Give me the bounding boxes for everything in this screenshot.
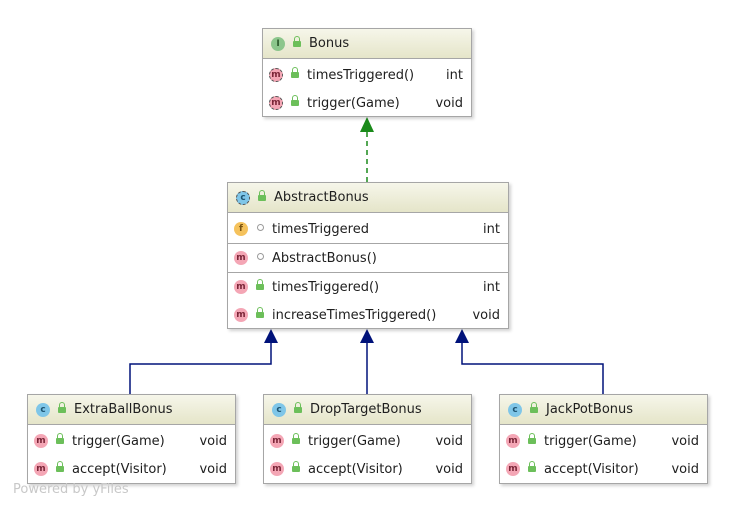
method-icon: m: [506, 434, 520, 448]
method-name: trigger(Game): [544, 433, 637, 449]
class-title: DropTargetBonus: [310, 402, 422, 417]
jackpotbonus-header: c JackPotBonus: [500, 395, 707, 425]
method-icon: m: [34, 434, 48, 448]
method-name: accept(Visitor): [308, 461, 403, 477]
return-type: void: [199, 461, 227, 477]
public-lock-icon: [290, 433, 302, 448]
method-icon: m: [506, 462, 520, 476]
class-title: JackPotBonus: [546, 402, 634, 417]
constructor-row[interactable]: m AbstractBonus(): [228, 244, 508, 272]
inheritance-arrowhead-droptarget: [360, 329, 374, 343]
class-icon: c: [272, 402, 286, 417]
public-lock-icon: [254, 307, 266, 322]
method-name: timesTriggered(): [272, 279, 380, 295]
method-row[interactable]: m trigger(Game) void: [500, 427, 707, 455]
constructor-name: AbstractBonus(): [272, 250, 377, 266]
method-name: trigger(Game): [307, 95, 400, 111]
class-icon: c: [508, 402, 522, 417]
extraballbonus-header: c ExtraBallBonus: [28, 395, 235, 425]
inheritance-arrowhead-jackpot: [455, 329, 469, 343]
abstractbonus-header: c AbstractBonus: [228, 183, 508, 213]
public-lock-icon: [289, 95, 301, 110]
public-lock-icon: [56, 401, 68, 417]
field-name: timesTriggered: [272, 221, 369, 237]
field-icon: f: [234, 222, 248, 236]
abstract-method-icon: m: [269, 68, 283, 82]
method-row[interactable]: m increaseTimesTriggered() void: [228, 301, 508, 329]
droptargetbonus-header: c DropTargetBonus: [264, 395, 471, 425]
return-type: void: [435, 461, 463, 477]
watermark: Powered by yFiles: [13, 482, 129, 497]
abstract-method-icon: m: [269, 96, 283, 110]
field-row[interactable]: f timesTriggered int: [228, 215, 508, 243]
public-lock-icon: [54, 433, 66, 448]
method-row[interactable]: m trigger(Game) void: [263, 89, 471, 117]
droptargetbonus-class-node[interactable]: c DropTargetBonus m trigger(Game) void m…: [263, 394, 472, 484]
return-type: void: [435, 433, 463, 449]
method-name: trigger(Game): [72, 433, 165, 449]
method-row[interactable]: m timesTriggered() int: [263, 61, 471, 89]
method-row[interactable]: m trigger(Game) void: [264, 427, 471, 455]
method-row[interactable]: m trigger(Game) void: [28, 427, 235, 455]
jackpotbonus-class-node[interactable]: c JackPotBonus m trigger(Game) void m ac…: [499, 394, 708, 484]
interface-icon: I: [271, 36, 285, 51]
method-icon: m: [234, 280, 248, 294]
bonus-interface-node[interactable]: I Bonus m timesTriggered() int m trigger…: [262, 28, 472, 117]
public-lock-icon: [526, 433, 538, 448]
method-row[interactable]: m accept(Visitor) void: [264, 455, 471, 483]
extraballbonus-class-node[interactable]: c ExtraBallBonus m trigger(Game) void m …: [27, 394, 236, 484]
field-type: int: [483, 221, 500, 237]
inheritance-edge-jackpot: [461, 343, 604, 394]
method-row[interactable]: m accept(Visitor) void: [500, 455, 707, 483]
class-title: Bonus: [309, 36, 350, 51]
public-lock-icon: [289, 67, 301, 82]
method-row[interactable]: m accept(Visitor) void: [28, 455, 235, 483]
method-icon: m: [34, 462, 48, 476]
public-lock-icon: [292, 401, 304, 417]
method-icon: m: [270, 434, 284, 448]
return-type: int: [446, 67, 463, 83]
inheritance-arrowhead-extraball: [264, 329, 278, 343]
class-icon: c: [36, 402, 50, 417]
public-lock-icon: [256, 189, 268, 205]
public-lock-icon: [291, 35, 303, 51]
class-title: AbstractBonus: [274, 190, 369, 205]
public-lock-icon: [54, 461, 66, 476]
public-lock-icon: [526, 461, 538, 476]
return-type: void: [435, 95, 463, 111]
abstractbonus-class-node[interactable]: c AbstractBonus f timesTriggered int m A…: [227, 182, 509, 329]
method-name: timesTriggered(): [307, 67, 415, 83]
method-name: accept(Visitor): [72, 461, 167, 477]
return-type: void: [671, 461, 699, 477]
realization-arrowhead: [360, 117, 374, 132]
public-lock-icon: [254, 279, 266, 294]
inheritance-edge-extraball: [129, 343, 272, 394]
method-name: increaseTimesTriggered(): [272, 307, 437, 323]
method-name: trigger(Game): [308, 433, 401, 449]
return-type: void: [671, 433, 699, 449]
return-type: void: [199, 433, 227, 449]
public-lock-icon: [528, 401, 540, 417]
package-private-icon: [254, 252, 266, 264]
method-icon: m: [234, 251, 248, 265]
class-title: ExtraBallBonus: [74, 402, 173, 417]
method-row[interactable]: m timesTriggered() int: [228, 273, 508, 301]
package-private-icon: [254, 223, 266, 235]
method-name: accept(Visitor): [544, 461, 639, 477]
return-type: void: [472, 307, 500, 323]
bonus-header: I Bonus: [263, 29, 471, 59]
public-lock-icon: [290, 461, 302, 476]
method-icon: m: [270, 462, 284, 476]
abstract-class-icon: c: [236, 190, 250, 205]
method-icon: m: [234, 308, 248, 322]
return-type: int: [483, 279, 500, 295]
